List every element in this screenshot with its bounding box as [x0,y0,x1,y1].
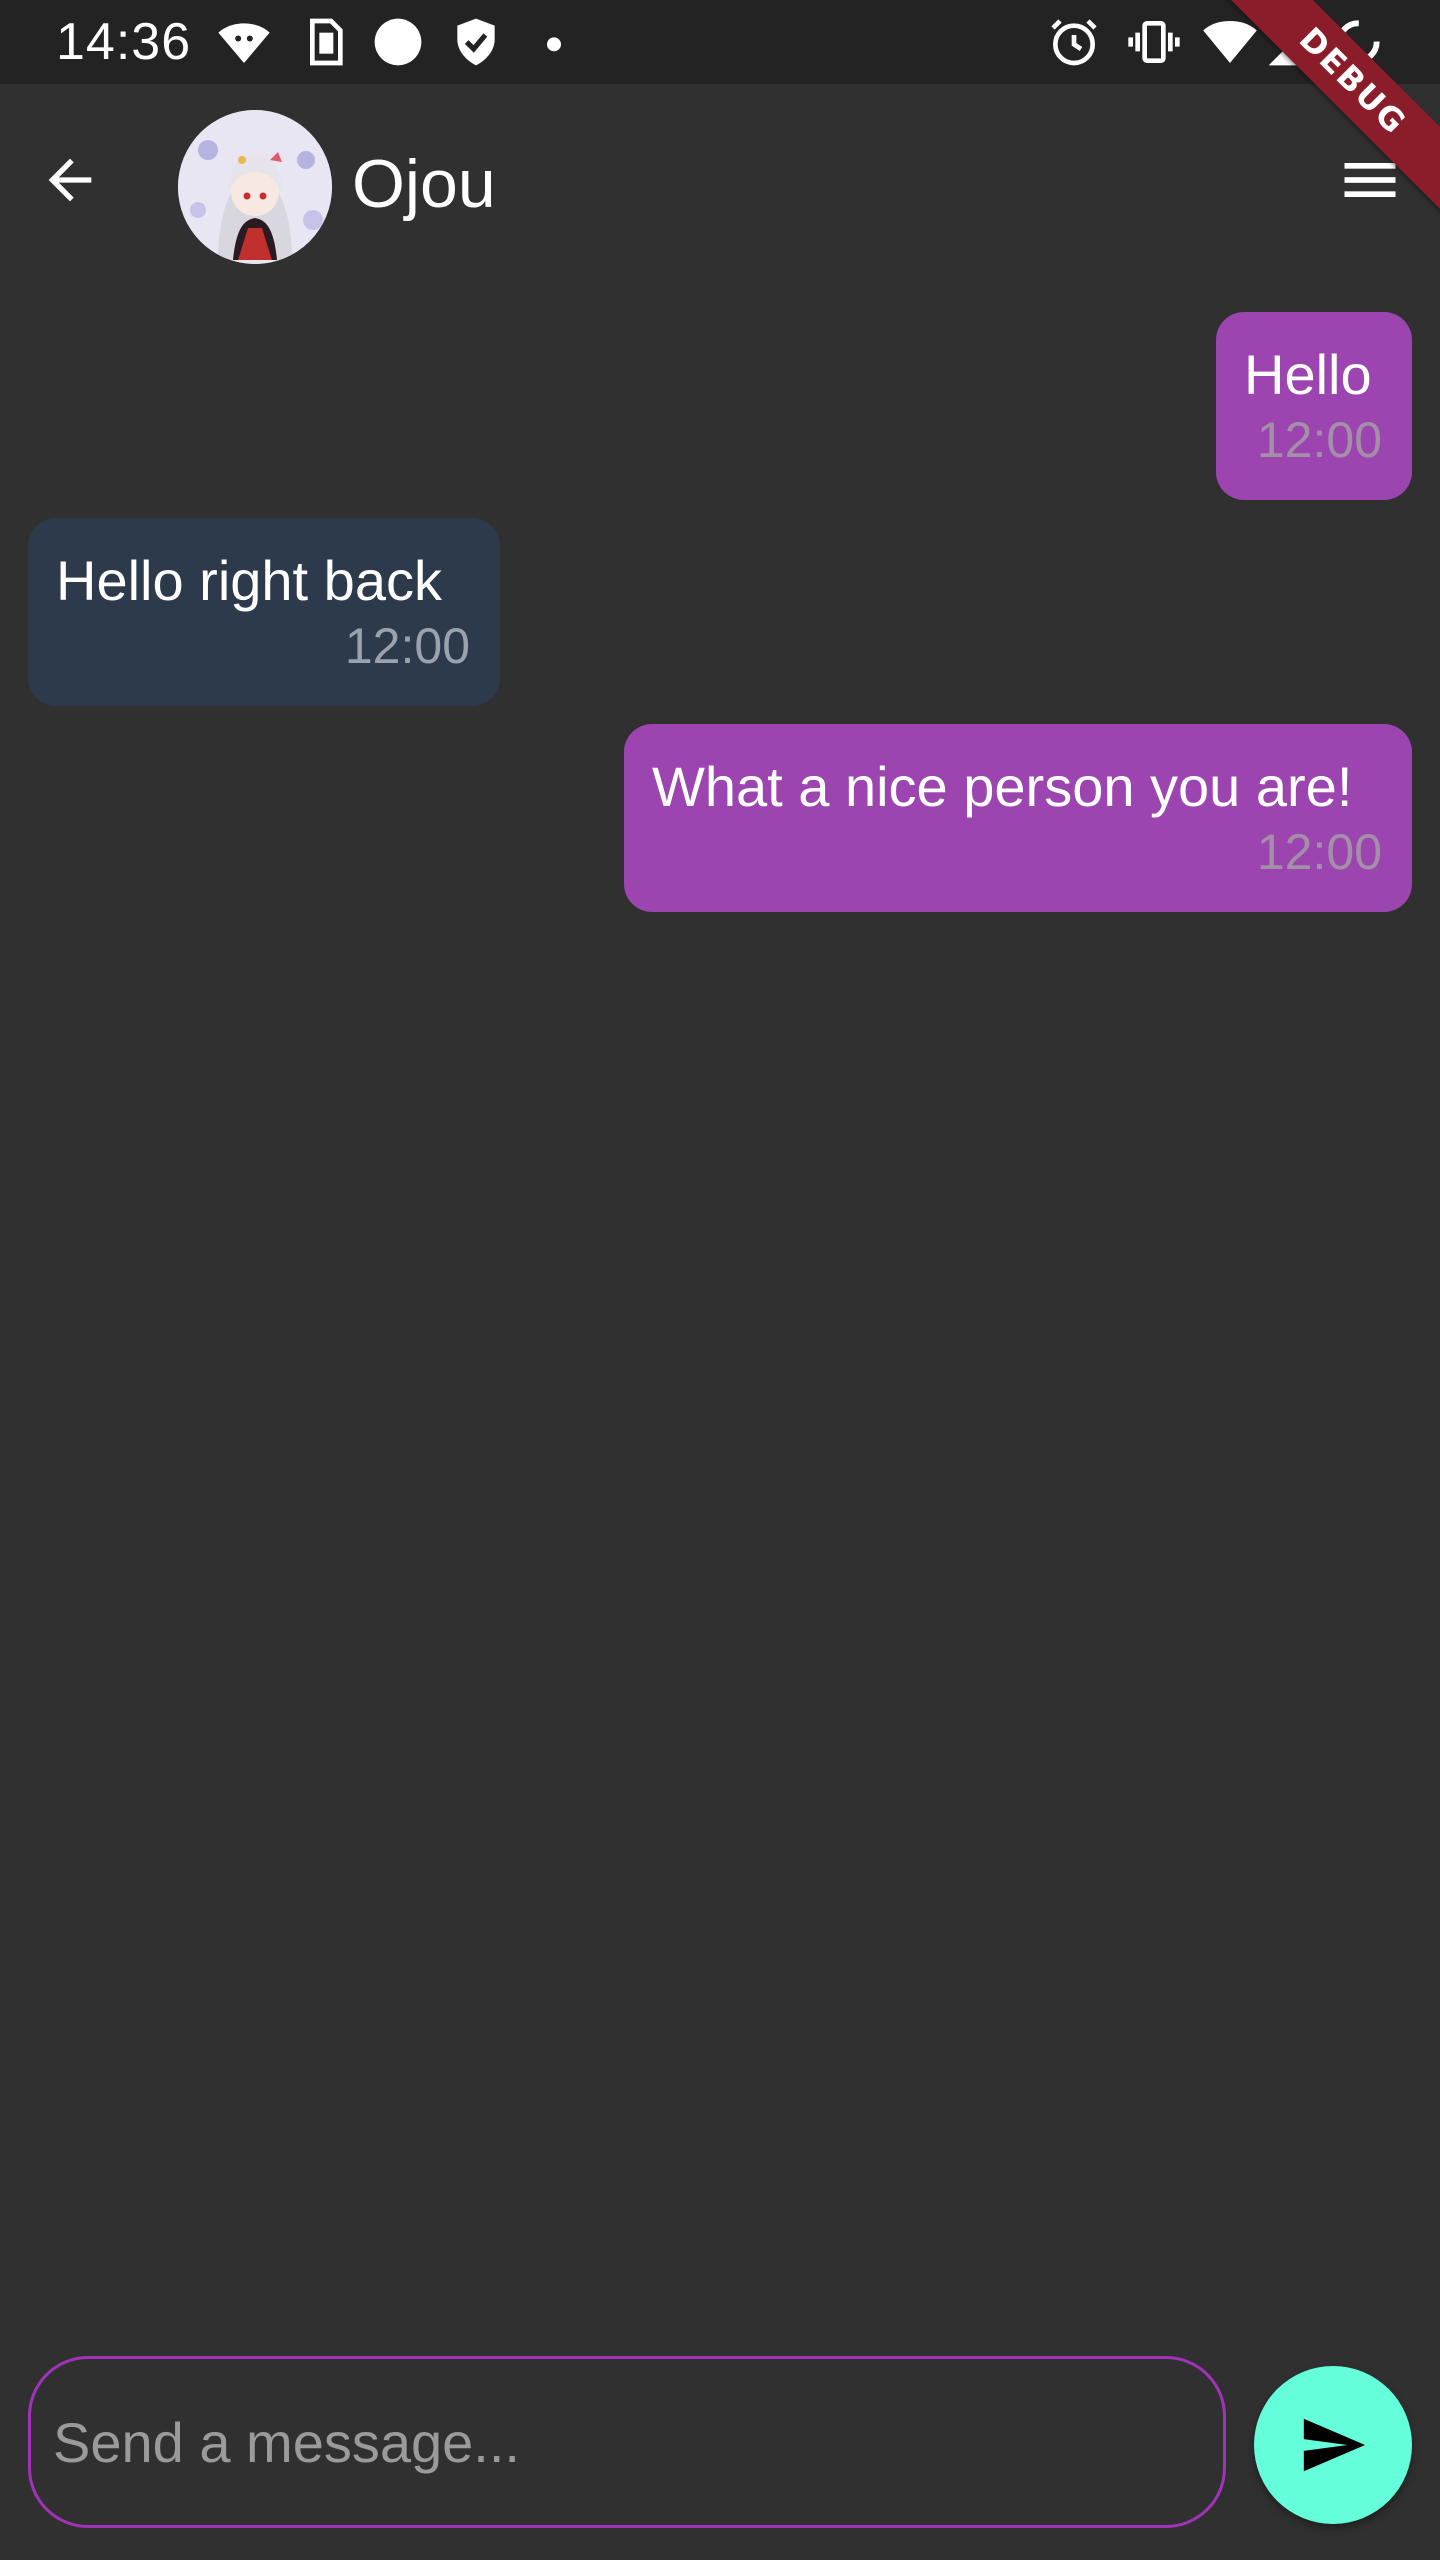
message-input-container[interactable] [28,2356,1226,2528]
contact-name[interactable]: Ojou [352,144,496,224]
message-bubble-outgoing[interactable]: Hello 12:00 [1216,312,1412,500]
message-text: What a nice person you are! [652,755,1353,818]
vibrate-icon [1128,21,1180,63]
app-bar: Ojou [0,84,1440,294]
send-icon [1303,2418,1366,2472]
status-bar: 14:36 [0,0,1440,84]
dot-icon [547,37,561,52]
message-time: 12:00 [344,618,470,674]
arrow-back-icon [48,158,92,202]
message-text: Hello right back [56,549,442,612]
message-time: 12:00 [1256,412,1382,468]
message-bubble-incoming[interactable]: Hello right back 12:00 [28,518,500,706]
vpn-icon [218,23,270,63]
avatar[interactable] [178,110,332,264]
alarm-icon [1051,19,1097,66]
message-time: 12:00 [1256,824,1382,880]
send-button[interactable] [1254,2366,1412,2524]
sim-card-icon [310,18,343,66]
avatar-image [178,110,332,264]
wifi-icon [1203,21,1257,63]
message-input[interactable] [51,2408,1195,2476]
shield-check-icon [457,18,495,66]
back-button[interactable] [30,140,110,220]
status-time: 14:36 [56,13,192,71]
message-bubble-outgoing[interactable]: What a nice person you are! 12:00 [624,724,1412,912]
message-text: Hello [1244,343,1372,406]
circle-icon [374,18,422,66]
